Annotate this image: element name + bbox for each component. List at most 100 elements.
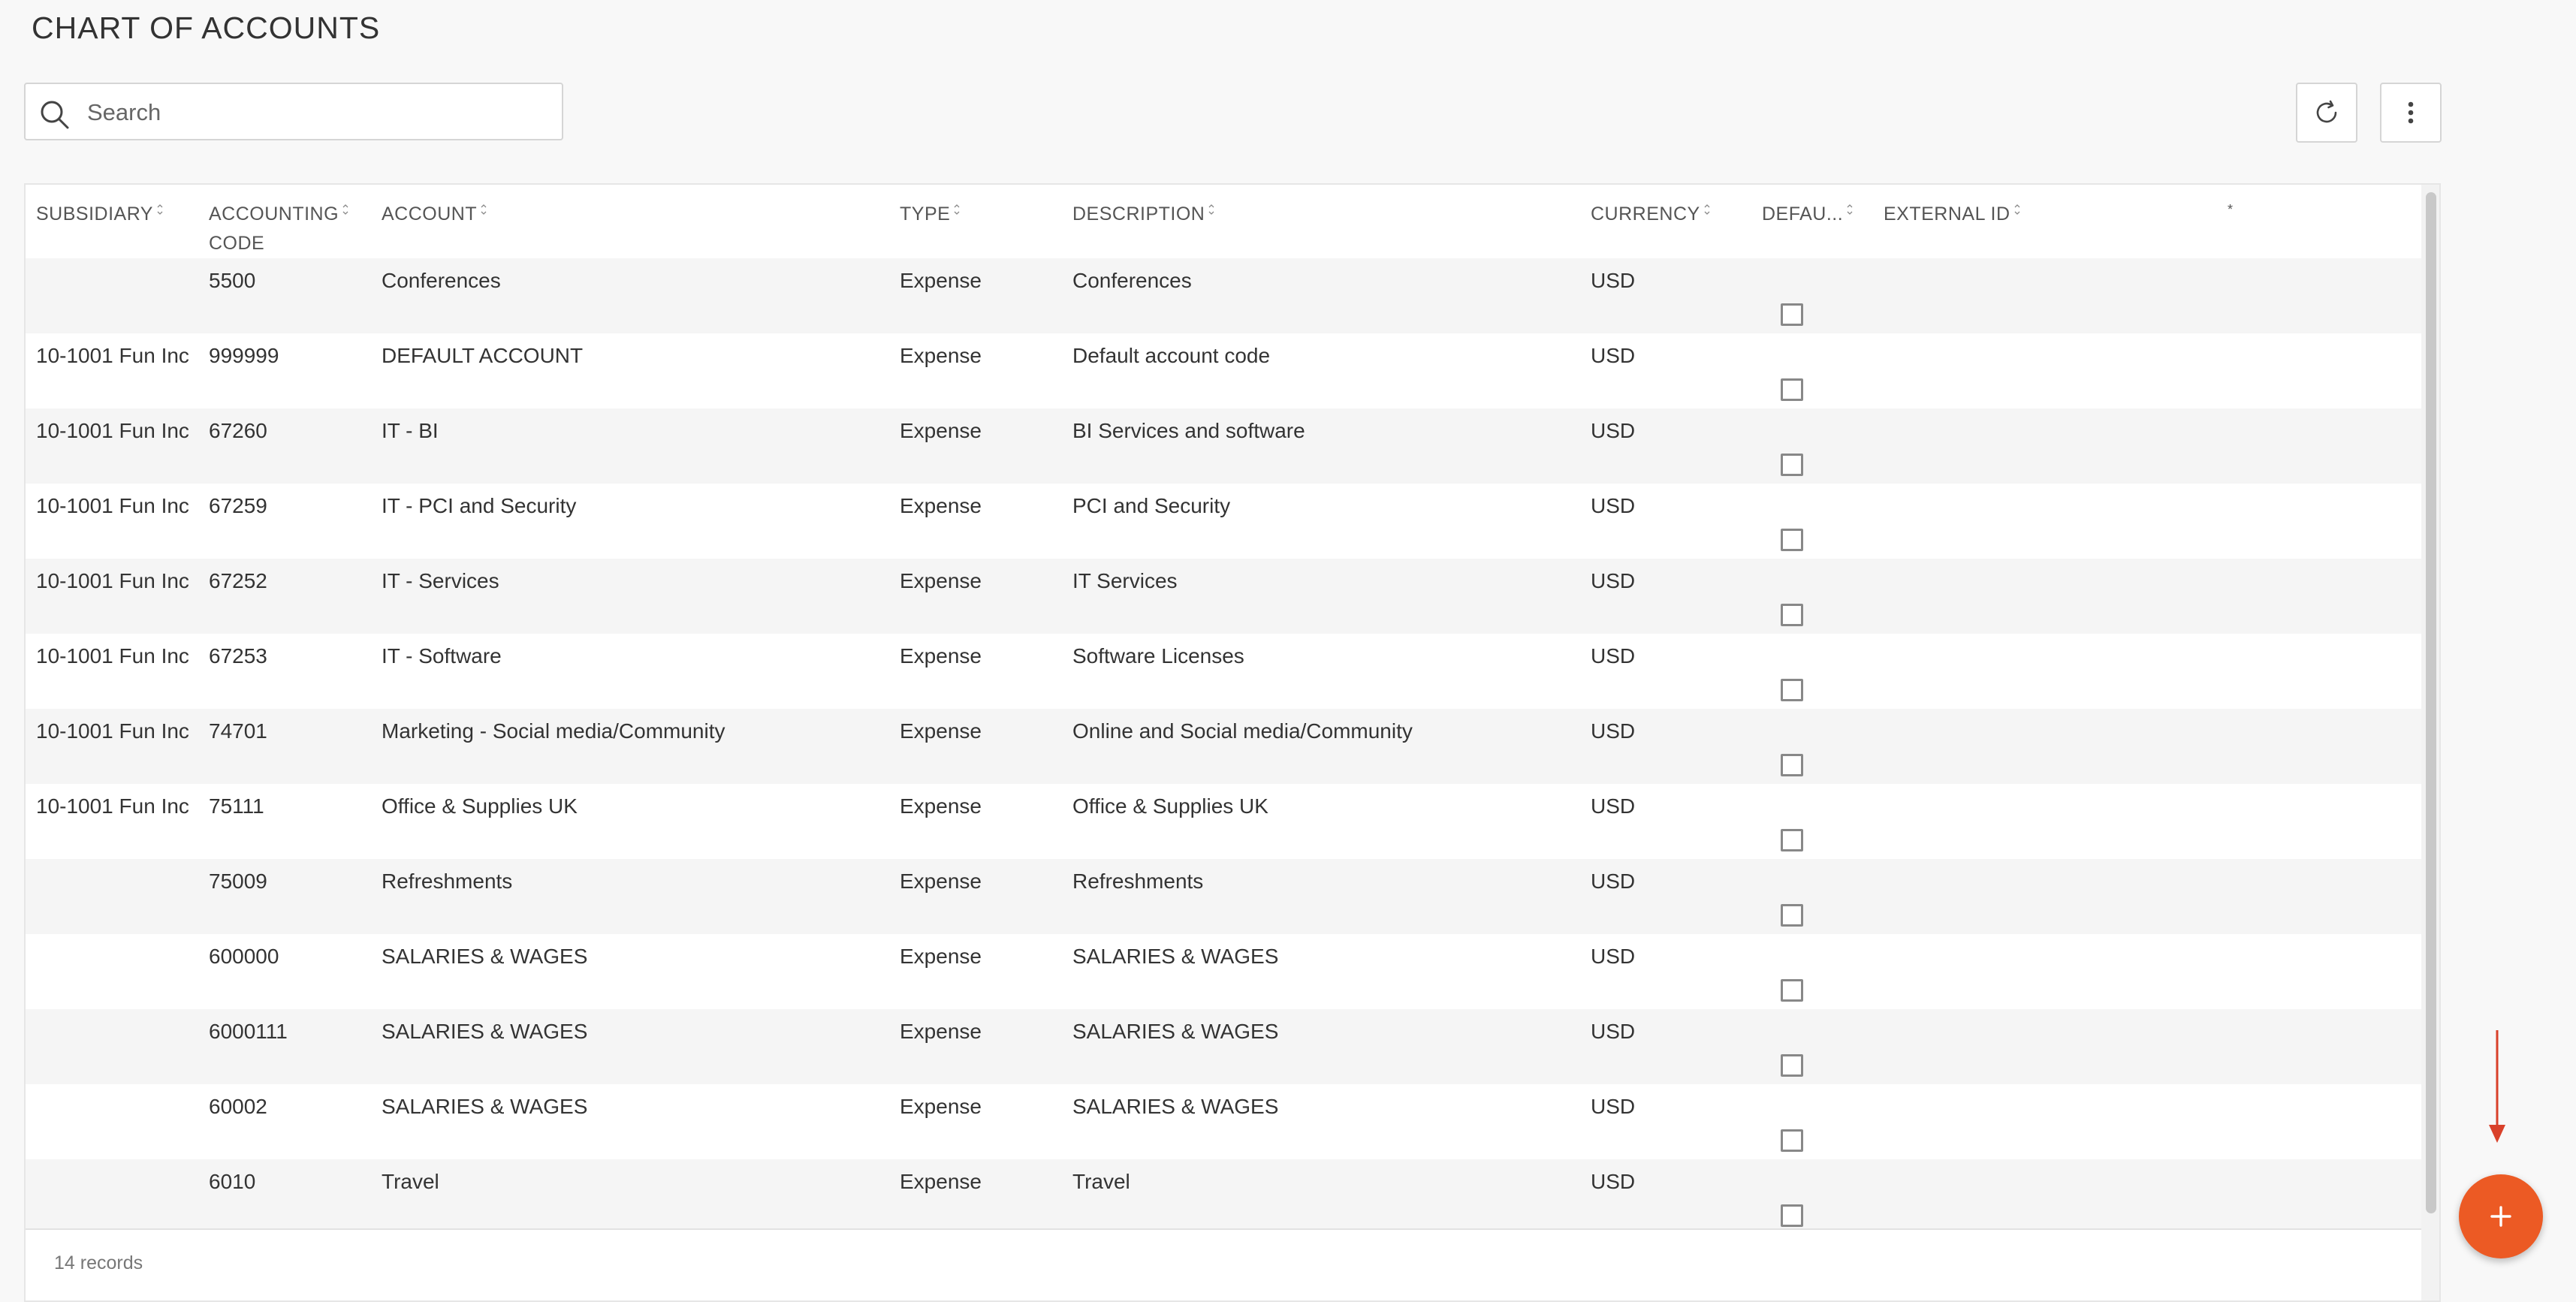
cell-account: Refreshments: [382, 870, 513, 893]
column-header-account[interactable]: ACCOUNT: [382, 200, 487, 229]
cell-subsidiary: 10-1001 Fun Inc: [36, 719, 189, 743]
cell-accounting-code: 600000: [209, 945, 279, 968]
default-checkbox[interactable]: [1781, 829, 1803, 851]
default-checkbox[interactable]: [1781, 604, 1803, 626]
default-checkbox[interactable]: [1781, 679, 1803, 701]
default-checkbox[interactable]: [1781, 1204, 1803, 1227]
sort-icon: [481, 204, 487, 215]
column-header-type[interactable]: TYPE: [900, 200, 961, 229]
cell-account: Office & Supplies UK: [382, 794, 578, 818]
cell-currency: USD: [1591, 494, 1636, 517]
search-icon: [41, 101, 69, 129]
column-header-extra[interactable]: *: [2228, 195, 2234, 225]
default-checkbox[interactable]: [1781, 303, 1803, 326]
plus-icon: [2490, 1206, 2511, 1227]
search-input[interactable]: [86, 84, 554, 140]
scrollbar-thumb[interactable]: [2426, 192, 2436, 1213]
table-row[interactable]: 10-1001 Fun Inc 74701 Marketing - Social m…: [26, 709, 2421, 784]
table-row[interactable]: 10-1001 Fun Inc 67260 IT - BI Expense BI Ser…: [26, 408, 2421, 484]
cell-account: IT - BI: [382, 419, 439, 442]
table-row[interactable]: 10-1001 Fun Inc 67253 IT - Software Expense…: [26, 634, 2421, 709]
cell-description: Default account code: [1072, 344, 1271, 367]
sort-icon: [954, 204, 960, 215]
search-box[interactable]: [24, 83, 563, 140]
column-header-label: SUBSIDIARY: [36, 203, 153, 225]
table-row[interactable]: 6010 Travel Expense Travel USD: [26, 1159, 2421, 1234]
column-header-label: EXTERNAL ID: [1884, 203, 2010, 225]
column-header-subsidiary[interactable]: SUBSIDIARY: [36, 200, 164, 229]
default-checkbox[interactable]: [1781, 529, 1803, 551]
cell-currency: USD: [1591, 419, 1636, 442]
column-header-label: CURRENCY: [1591, 203, 1700, 225]
default-checkbox[interactable]: [1781, 904, 1803, 927]
cell-accounting-code: 5500: [209, 269, 256, 292]
column-header-label: ACCOUNT: [382, 203, 478, 225]
table-row[interactable]: 5500 Conferences Expense Conferences USD: [26, 258, 2421, 333]
table-row[interactable]: 10-1001 Fun Inc 75111 Office & Supplies UK…: [26, 784, 2421, 859]
cell-subsidiary: 10-1001 Fun Inc: [36, 344, 189, 367]
cell-account: SALARIES & WAGES: [382, 1095, 588, 1118]
cell-description: Conferences: [1072, 269, 1192, 292]
cell-type: Expense: [900, 644, 982, 668]
cell-currency: USD: [1591, 644, 1636, 668]
cell-accounting-code: 67260: [209, 419, 267, 442]
cell-description: Office & Supplies UK: [1072, 794, 1268, 818]
cell-description: Refreshments: [1072, 870, 1204, 893]
refresh-button[interactable]: [2296, 83, 2357, 143]
refresh-icon: [2316, 100, 2337, 123]
default-checkbox[interactable]: [1781, 1129, 1803, 1152]
table-header: SUBSIDIARY ACCOUNTING CODE ACCOUNT TYPE …: [26, 185, 2421, 260]
column-header-label: DEFAU...: [1762, 203, 1844, 225]
cell-account: Marketing - Social media/Community: [382, 719, 725, 743]
column-header-description[interactable]: DESCRIPTION: [1072, 200, 1215, 229]
table-row[interactable]: 60002 SALARIES & WAGES Expense SALARIES & W…: [26, 1084, 2421, 1159]
cell-type: Expense: [900, 494, 982, 517]
table-row[interactable]: 600000 SALARIES & WAGES Expense SALARIES & …: [26, 934, 2421, 1009]
cell-subsidiary: 10-1001 Fun Inc: [36, 494, 189, 517]
accounts-table: SUBSIDIARY ACCOUNTING CODE ACCOUNT TYPE …: [24, 183, 2441, 1302]
cell-type: Expense: [900, 344, 982, 367]
sort-icon: [157, 204, 163, 215]
cell-accounting-code: 67252: [209, 569, 267, 592]
cell-description: Online and Social media/Community: [1072, 719, 1413, 743]
cell-accounting-code: 999999: [209, 344, 279, 367]
cell-currency: USD: [1591, 719, 1636, 743]
cell-description: SALARIES & WAGES: [1072, 1095, 1279, 1118]
column-header-default[interactable]: DEFAU...: [1762, 200, 1854, 229]
table-row[interactable]: 10-1001 Fun Inc 999999 DEFAULT ACCOUNT Expe…: [26, 333, 2421, 408]
cell-type: Expense: [900, 719, 982, 743]
default-checkbox[interactable]: [1781, 454, 1803, 476]
sort-icon: [1847, 204, 1853, 215]
cell-account: DEFAULT ACCOUNT: [382, 344, 584, 367]
table-row[interactable]: 75009 Refreshments Expense Refreshments USD: [26, 859, 2421, 934]
cell-description: BI Services and software: [1072, 419, 1305, 442]
cell-accounting-code: 60002: [209, 1095, 267, 1118]
cell-accounting-code: 6010: [209, 1170, 256, 1193]
sort-icon: [2014, 204, 2019, 215]
table-row[interactable]: 6000111 SALARIES & WAGES Expense SALARIES &…: [26, 1009, 2421, 1084]
cell-account: Travel: [382, 1170, 439, 1193]
default-checkbox[interactable]: [1781, 1054, 1803, 1077]
default-checkbox[interactable]: [1781, 979, 1803, 1002]
cell-accounting-code: 67259: [209, 494, 267, 517]
sort-icon: [342, 204, 348, 215]
column-header-accounting-code[interactable]: ACCOUNTING CODE: [209, 200, 349, 258]
cell-account: IT - PCI and Security: [382, 494, 577, 517]
add-account-button[interactable]: [2459, 1174, 2543, 1258]
cell-currency: USD: [1591, 1020, 1636, 1043]
default-checkbox[interactable]: [1781, 754, 1803, 776]
cell-subsidiary: 10-1001 Fun Inc: [36, 644, 189, 668]
default-checkbox[interactable]: [1781, 378, 1803, 401]
more-options-button[interactable]: [2380, 83, 2442, 143]
cell-currency: USD: [1591, 269, 1636, 292]
cell-description: SALARIES & WAGES: [1072, 945, 1279, 968]
cell-type: Expense: [900, 419, 982, 442]
table-row[interactable]: 10-1001 Fun Inc 67252 IT - Services Expense…: [26, 559, 2421, 634]
table-row[interactable]: 10-1001 Fun Inc 67259 IT - PCI and Securit…: [26, 484, 2421, 559]
column-header-currency[interactable]: CURRENCY: [1591, 200, 1711, 229]
cell-subsidiary: 10-1001 Fun Inc: [36, 794, 189, 818]
cell-description: PCI and Security: [1072, 494, 1231, 517]
column-header-external-id[interactable]: EXTERNAL ID: [1884, 200, 2021, 229]
cell-currency: USD: [1591, 945, 1636, 968]
table-footer: 14 records: [26, 1228, 2421, 1300]
